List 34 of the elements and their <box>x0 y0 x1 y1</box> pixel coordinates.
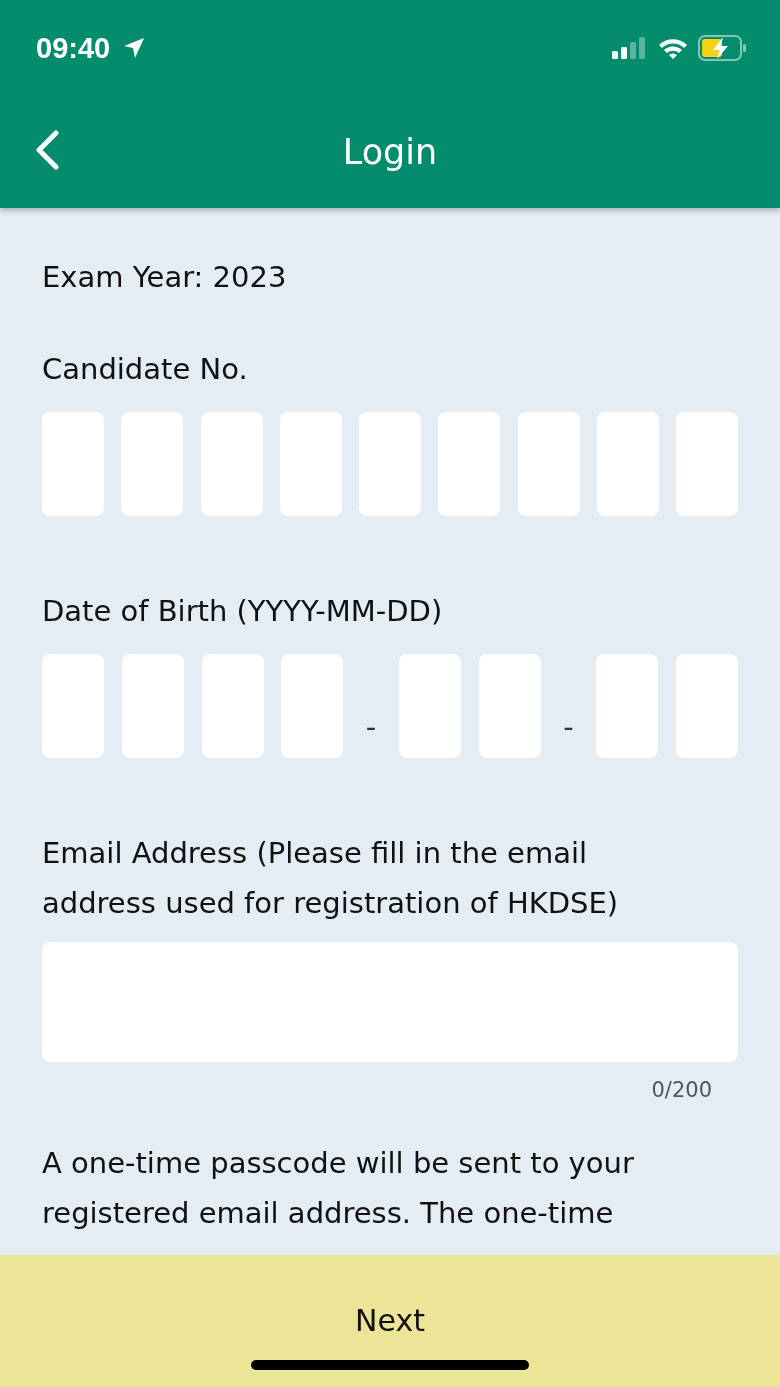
exam-year: Exam Year: 2023 <box>42 259 288 296</box>
field-label: Candidate No. <box>42 351 249 388</box>
digit-field[interactable] <box>121 654 184 758</box>
screen-title: Login <box>342 132 438 172</box>
digit-field[interactable] <box>517 412 580 516</box>
digit-field[interactable] <box>676 412 738 516</box>
digit-field[interactable] <box>398 654 461 758</box>
email-field[interactable] <box>42 942 738 1062</box>
digit-field[interactable] <box>121 412 184 516</box>
digit-field[interactable] <box>596 654 659 758</box>
digit-field[interactable] <box>42 412 104 516</box>
digit-field[interactable] <box>281 654 344 758</box>
status-time: 09:40 <box>36 31 111 65</box>
digit-field[interactable] <box>675 654 738 758</box>
digit-field[interactable] <box>438 412 501 516</box>
next-button[interactable]: Next <box>345 1303 435 1338</box>
back-icon[interactable] <box>34 130 60 170</box>
notice-text: A one-time passcode will be sent to your registered email address. The one-time <box>42 1145 635 1232</box>
wifi-icon <box>658 37 688 59</box>
digit-field[interactable] <box>596 412 659 516</box>
digit-field[interactable] <box>279 412 342 516</box>
digit-field[interactable] <box>42 654 104 758</box>
character-counter: 0/200 <box>651 1078 712 1102</box>
location-arrow-icon <box>122 36 147 60</box>
digit-field[interactable] <box>201 654 264 758</box>
digit-field[interactable] <box>200 412 263 516</box>
field-label: Email Address (Please fill in the email address used for registration of HKDSE) <box>42 835 620 922</box>
date-separator: - <box>364 710 378 744</box>
digit-field[interactable] <box>359 412 421 516</box>
signal-icon <box>612 37 648 59</box>
battery-charging-icon <box>698 35 748 61</box>
field-label: Date of Birth (YYYY-MM-DD) <box>42 593 444 630</box>
date-separator: - <box>562 710 575 744</box>
digit-field[interactable] <box>478 654 541 758</box>
